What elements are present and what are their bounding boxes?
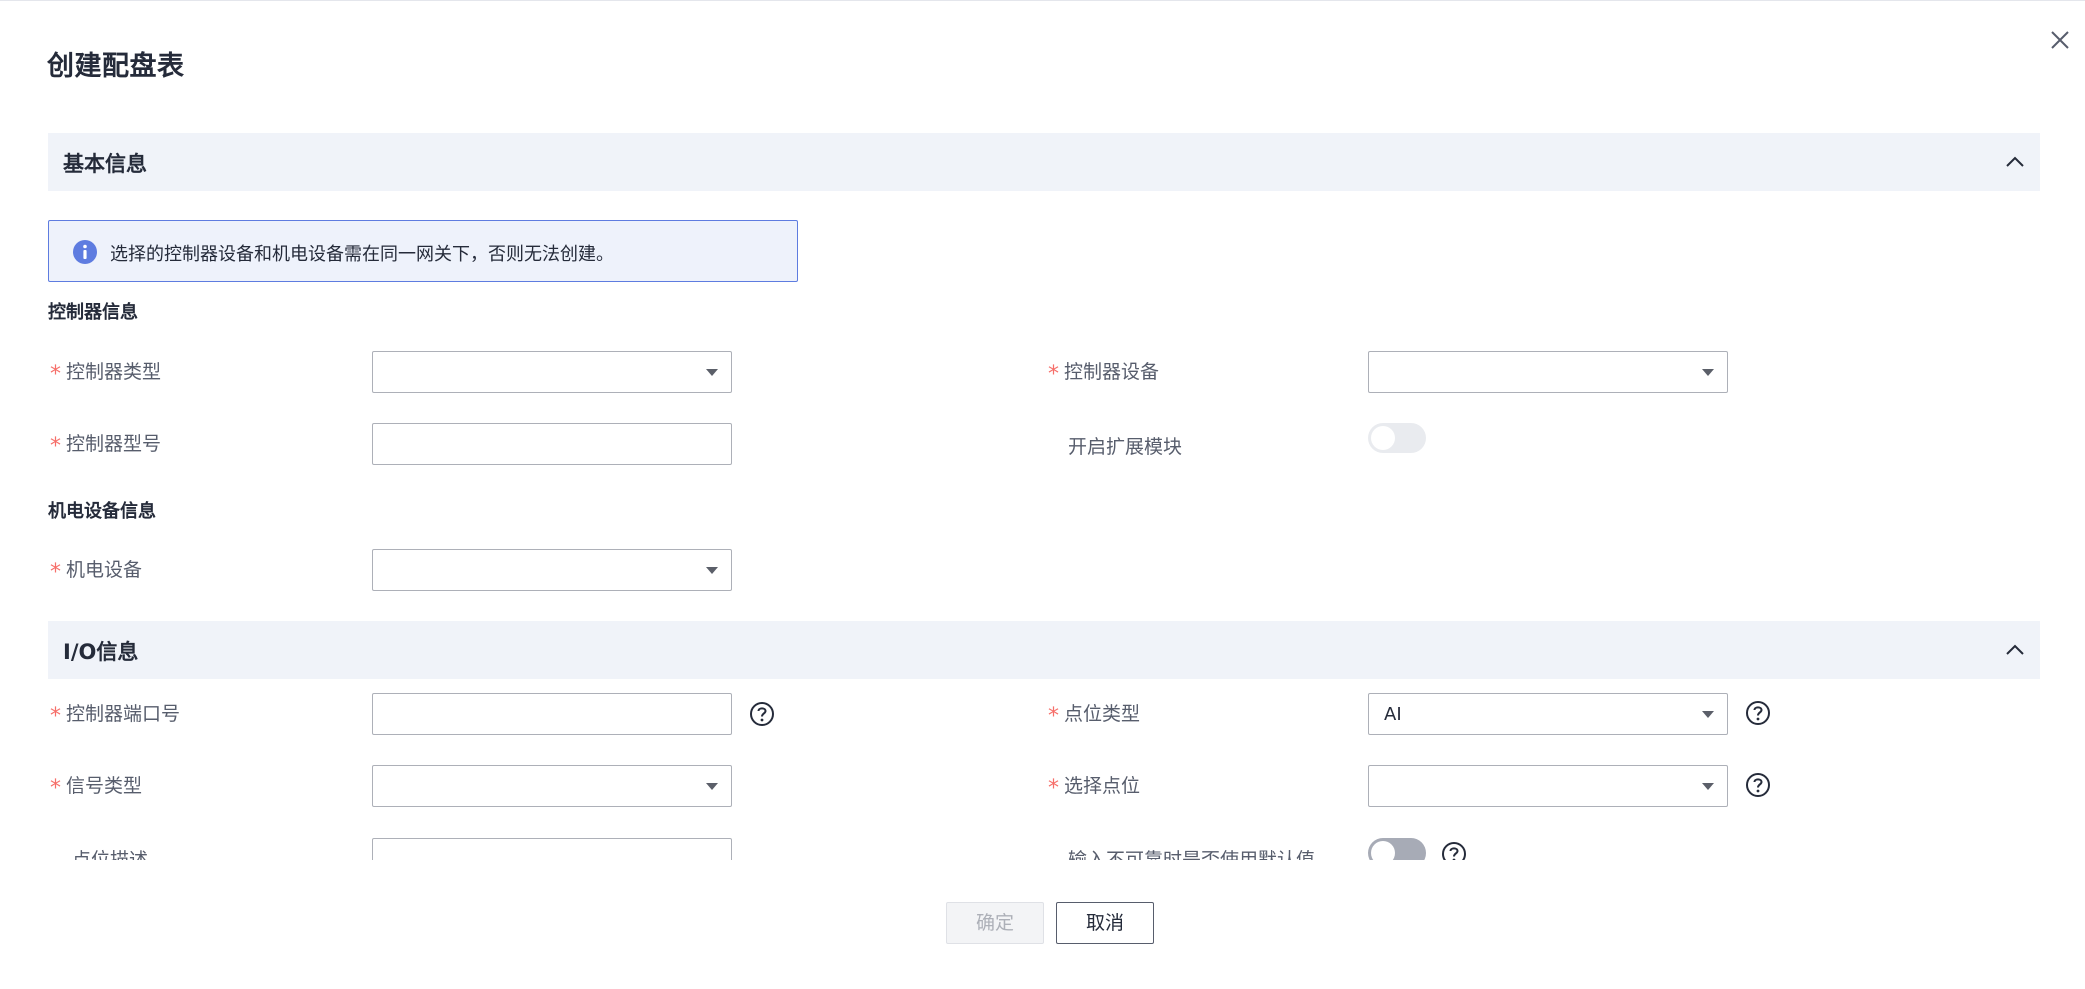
cancel-button[interactable]: 取消 [1056, 902, 1154, 944]
signal-type-label: * 信号类型 [50, 775, 143, 801]
controller-type-label: * 控制器类型 [50, 361, 162, 387]
point-description-label: 点位描述 [72, 849, 149, 860]
toggle-knob [1371, 841, 1395, 860]
question-circle-icon[interactable] [1745, 772, 1771, 798]
info-alert: 选择的控制器设备和机电设备需在同一网关下，否则无法创建。 [48, 220, 798, 282]
section-header-io[interactable]: I/O信息 [48, 621, 2040, 679]
select-point-label: * 选择点位 [1048, 775, 1141, 801]
point-description-input[interactable] [372, 838, 732, 860]
controller-device-select[interactable] [1368, 351, 1728, 393]
section-title-basic: 基本信息 [63, 152, 147, 176]
caret-down-icon [706, 783, 718, 790]
mech-device-select[interactable] [372, 549, 732, 591]
controller-type-select[interactable] [372, 351, 732, 393]
expansion-module-toggle[interactable] [1368, 423, 1426, 453]
caret-down-icon [1702, 783, 1714, 790]
point-type-value: AI [1384, 704, 1402, 725]
required-mark: * [1048, 704, 1059, 729]
required-mark: * [50, 776, 61, 801]
caret-down-icon [1702, 369, 1714, 376]
question-circle-icon[interactable] [1441, 841, 1467, 860]
required-mark: * [1048, 776, 1059, 801]
info-icon [73, 240, 97, 264]
mech-device-label: * 机电设备 [50, 559, 143, 585]
signal-type-select[interactable] [372, 765, 732, 807]
controller-port-input[interactable] [372, 693, 732, 735]
default-value-label: 输入不可靠时是否使用默认值 [1068, 849, 1316, 860]
required-mark: * [50, 704, 61, 729]
controller-model-input[interactable] [372, 423, 732, 465]
question-circle-icon[interactable] [749, 701, 775, 727]
point-type-select[interactable]: AI [1368, 693, 1728, 735]
required-mark: * [50, 560, 61, 585]
default-value-toggle[interactable] [1368, 838, 1426, 860]
caret-down-icon [706, 369, 718, 376]
mech-device-info-heading: 机电设备信息 [48, 501, 156, 522]
controller-info-heading: 控制器信息 [48, 302, 138, 323]
expansion-module-label: 开启扩展模块 [1068, 436, 1183, 458]
chevron-up-icon[interactable] [2004, 151, 2026, 173]
point-type-label: * 点位类型 [1048, 703, 1141, 729]
required-mark: * [50, 362, 61, 387]
top-border [0, 0, 2085, 1]
section-title-io: I/O信息 [63, 640, 139, 664]
close-icon[interactable] [2048, 28, 2072, 52]
question-circle-icon[interactable] [1745, 700, 1771, 726]
required-mark: * [1048, 362, 1059, 387]
dialog-body[interactable]: 基本信息 选择的控制器设备和机电设备需在同一网关下，否则无法创建。 控制器信息 … [0, 120, 2085, 860]
required-mark: * [50, 434, 61, 459]
controller-port-label: * 控制器端口号 [50, 703, 181, 729]
controller-device-label: * 控制器设备 [1048, 361, 1160, 387]
select-point-select[interactable] [1368, 765, 1728, 807]
toggle-knob [1371, 426, 1395, 450]
confirm-button[interactable]: 确定 [946, 902, 1044, 944]
controller-model-label: * 控制器型号 [50, 433, 162, 459]
caret-down-icon [706, 567, 718, 574]
section-header-basic[interactable]: 基本信息 [48, 133, 2040, 191]
info-text: 选择的控制器设备和机电设备需在同一网关下，否则无法创建。 [110, 244, 614, 265]
chevron-up-icon[interactable] [2004, 639, 2026, 661]
dialog-title: 创建配盘表 [47, 51, 185, 82]
caret-down-icon [1702, 711, 1714, 718]
